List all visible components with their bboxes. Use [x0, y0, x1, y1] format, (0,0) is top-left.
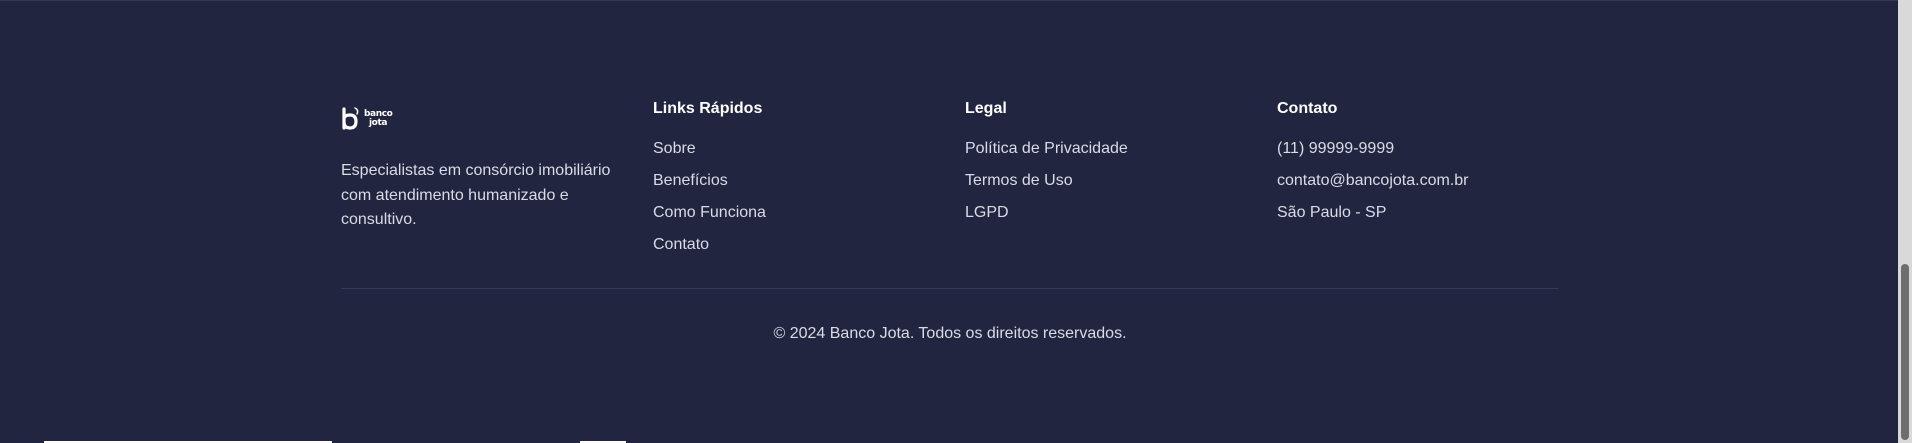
- footer-link-termos[interactable]: Termos de Uso: [965, 170, 1277, 192]
- logo-line-2: jota: [369, 118, 388, 128]
- footer-columns: banco jota Especialistas em consórcio im…: [341, 98, 1559, 266]
- footer-link-sobre[interactable]: Sobre: [653, 138, 965, 160]
- footer-link-como-funciona[interactable]: Como Funciona: [653, 202, 965, 224]
- footer-divider: [341, 288, 1559, 289]
- brand-description: Especialistas em consórcio imobiliário c…: [341, 162, 611, 228]
- contact-list: (11) 99999-9999 contato@bancojota.com.br…: [1277, 138, 1589, 224]
- footer-link-contato[interactable]: Contato: [653, 234, 965, 256]
- brand-logo[interactable]: banco jota: [341, 106, 653, 132]
- quick-links-list: Sobre Benefícios Como Funciona Contato: [653, 138, 965, 256]
- footer-contact-column: Contato (11) 99999-9999 contato@bancojot…: [1277, 98, 1589, 266]
- footer-brand-column: banco jota Especialistas em consórcio im…: [341, 98, 653, 266]
- brand-block: banco jota: [341, 106, 653, 132]
- footer-link-lgpd[interactable]: LGPD: [965, 202, 1277, 224]
- logo-wordmark: banco jota: [364, 110, 393, 128]
- scrollbar-track[interactable]: [1898, 0, 1912, 443]
- contact-phone: (11) 99999-9999: [1277, 140, 1395, 157]
- footer-link-privacidade[interactable]: Política de Privacidade: [965, 138, 1277, 160]
- scrollbar-thumb[interactable]: [1901, 264, 1909, 440]
- contact-location: São Paulo - SP: [1277, 204, 1387, 221]
- legal-heading: Legal: [965, 100, 1007, 117]
- legal-links-list: Política de Privacidade Termos de Uso LG…: [965, 138, 1277, 224]
- footer-link-beneficios[interactable]: Benefícios: [653, 170, 965, 192]
- footer-quick-links-column: Links Rápidos Sobre Benefícios Como Func…: [653, 98, 965, 266]
- copyright-text: © 2024 Banco Jota. Todos os direitos res…: [773, 325, 1127, 342]
- footer-legal-column: Legal Política de Privacidade Termos de …: [965, 98, 1277, 266]
- contact-heading: Contato: [1277, 100, 1338, 117]
- top-border: [0, 0, 1898, 1]
- logo-b-icon: [342, 107, 359, 130]
- quick-links-heading: Links Rápidos: [653, 100, 763, 117]
- contact-email[interactable]: contato@bancojota.com.br: [1277, 170, 1589, 192]
